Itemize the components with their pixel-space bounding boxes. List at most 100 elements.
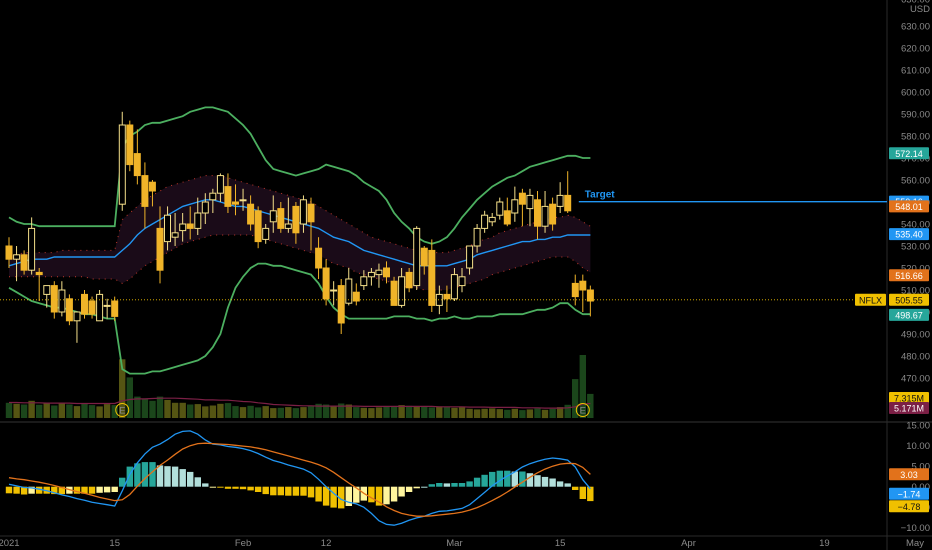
candle-body <box>239 199 247 202</box>
macd-histogram-bar <box>390 486 398 502</box>
time-tick-label: Apr <box>681 538 696 549</box>
price-tick-label: 590.00 <box>901 110 930 121</box>
volume-bar <box>383 406 390 418</box>
candle-body <box>450 274 458 300</box>
macd-histogram-bar <box>239 486 247 490</box>
nflx-chart[interactable]: TargetOptions ExpireEE470.00480.00490.00… <box>0 0 932 550</box>
macd-histogram-bar <box>541 476 549 487</box>
candle-body <box>133 153 141 177</box>
time-tick-label: 15 <box>109 538 120 549</box>
candle-body <box>405 271 413 289</box>
volume-bar <box>549 408 556 418</box>
candle[interactable] <box>413 226 421 290</box>
macd-histogram-bar <box>405 486 413 492</box>
price-label-badge: 498.67 <box>889 308 929 321</box>
candle-body <box>201 201 209 214</box>
candle[interactable] <box>126 120 134 172</box>
candle[interactable] <box>118 111 126 211</box>
price-label-badge: 516.66 <box>889 269 929 282</box>
earnings-marker-label: E <box>580 406 586 417</box>
candle-body <box>277 208 285 229</box>
candle-body <box>420 247 428 267</box>
candle[interactable] <box>254 206 262 249</box>
volume-bar <box>36 404 43 418</box>
candle-body <box>118 124 126 205</box>
volume-bar <box>443 406 451 418</box>
candle-body <box>81 293 88 315</box>
candle-body <box>224 186 232 207</box>
macd-histogram-bar <box>473 477 481 487</box>
macd-histogram-bar <box>270 486 277 496</box>
candle-body <box>156 227 164 271</box>
macd-histogram-bar <box>285 486 292 496</box>
candle-body <box>564 194 572 212</box>
candle-body <box>443 293 451 300</box>
macd-histogram-bar <box>519 471 526 487</box>
price-tick-label: 470.00 <box>901 374 930 385</box>
candle[interactable] <box>81 290 88 319</box>
price-tick-label: 630.00 <box>901 22 930 33</box>
volume-bar <box>405 405 413 418</box>
volume-bar <box>164 399 171 418</box>
macd-histogram-bar <box>307 486 315 498</box>
candle-body <box>556 194 564 207</box>
volume-bar <box>239 407 247 418</box>
candle-body <box>488 216 496 223</box>
volume-bar <box>171 402 179 418</box>
candle[interactable] <box>65 294 73 326</box>
macd-histogram-bar <box>5 486 13 494</box>
macd-histogram-bar <box>579 486 586 499</box>
svg-text:505.55: 505.55 <box>895 295 923 305</box>
volume-bar <box>564 404 571 418</box>
svg-text:−4.78: −4.78 <box>898 502 921 512</box>
volume-bar <box>134 396 141 418</box>
time-tick-label: Feb <box>235 538 251 549</box>
macd-histogram-bar <box>247 486 254 491</box>
macd-histogram-bar <box>330 486 337 508</box>
candle-body <box>103 304 111 307</box>
candle-body <box>360 276 368 287</box>
macd-histogram-bar <box>481 474 488 487</box>
macd-histogram-bar <box>504 470 511 487</box>
candle-body <box>13 254 21 260</box>
candle[interactable] <box>96 290 104 322</box>
macd-histogram-bar <box>13 486 20 494</box>
price-tick-label: 580.00 <box>901 132 930 143</box>
volume-bar <box>451 407 458 418</box>
macd-histogram-bar <box>254 486 262 492</box>
candle-body <box>126 124 134 166</box>
candle[interactable] <box>390 276 398 306</box>
symbol-badge: NFLX <box>855 293 886 306</box>
volume-bar <box>421 406 428 418</box>
volume-bar <box>247 405 254 418</box>
macd-histogram-bar <box>202 483 209 487</box>
candle-body <box>330 289 338 292</box>
svg-text:−1.74: −1.74 <box>898 489 921 499</box>
macd-tick-label: 10.00 <box>906 441 930 452</box>
candle-body <box>299 199 307 225</box>
volume-bar <box>398 405 405 418</box>
macd-histogram-bar <box>187 471 194 487</box>
macd-histogram-bar <box>564 483 571 487</box>
macd-histogram-bar <box>209 486 217 488</box>
volume-bar <box>572 379 579 418</box>
volume-bar <box>254 407 262 418</box>
volume-bar <box>194 404 201 418</box>
volume-bar <box>96 406 103 418</box>
time-tick-label: 19 <box>819 538 830 549</box>
macd-histogram-bar <box>103 486 111 493</box>
macd-histogram-bar <box>398 486 405 497</box>
macd-value-badge: −1.74 <box>889 487 929 500</box>
candle-body <box>247 203 255 225</box>
candle-body <box>88 300 96 315</box>
volume-bar <box>436 406 443 418</box>
candle-body <box>579 280 587 291</box>
volume-bar <box>66 404 73 418</box>
candle[interactable] <box>428 239 436 312</box>
candle-body <box>284 223 292 229</box>
macd-histogram-bar <box>413 486 420 489</box>
candle-body <box>541 205 549 227</box>
volume-bar <box>511 408 518 418</box>
price-tick-label: 610.00 <box>901 66 930 77</box>
candle-body <box>534 199 541 227</box>
